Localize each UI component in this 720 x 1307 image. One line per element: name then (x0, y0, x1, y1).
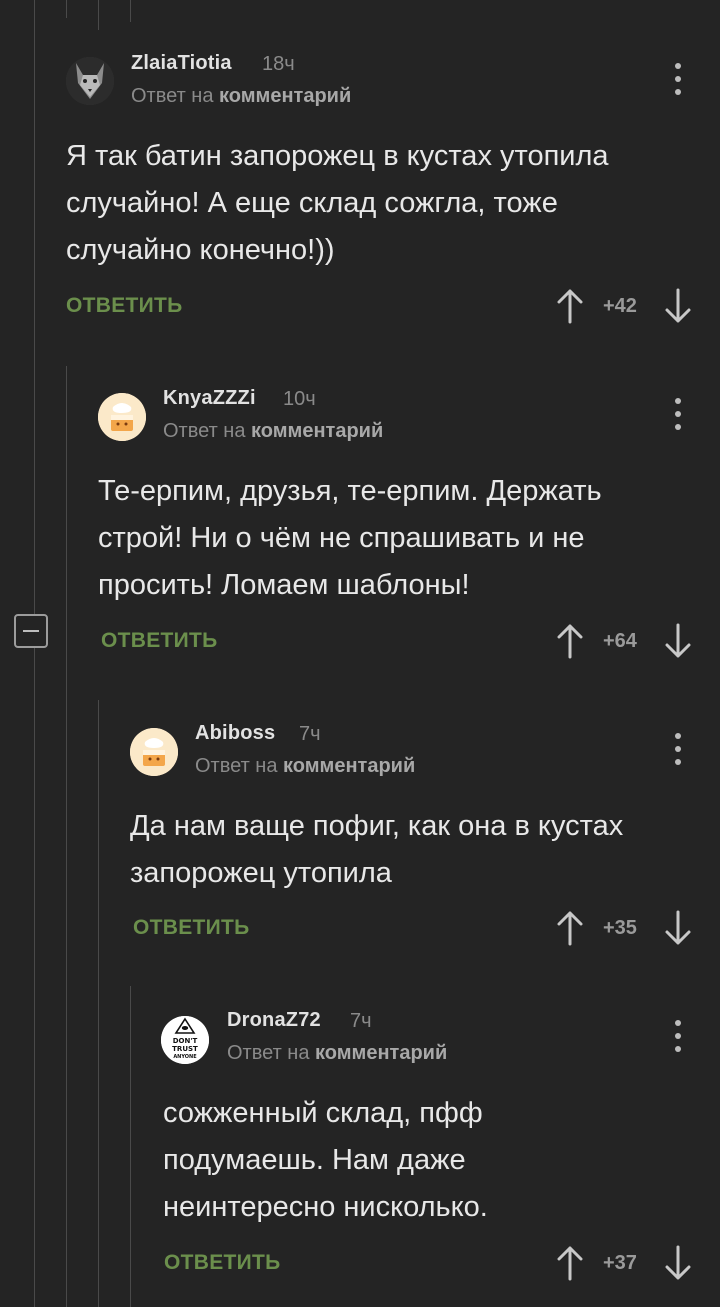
comment-author[interactable]: KnyaZZZi (163, 387, 256, 410)
comment-time: 7ч (350, 1010, 372, 1032)
downvote-arrow-icon[interactable] (664, 623, 692, 659)
dont-trust-anyone-avatar-icon: DON'T TRUST ANYONE (161, 1016, 209, 1064)
reply-to-prefix: Ответ на (163, 420, 246, 442)
comment-time: 7ч (299, 723, 321, 745)
reply-button[interactable]: ОТВЕТИТЬ (101, 629, 218, 653)
comment-author[interactable]: ZlaiaTiotia (131, 52, 232, 75)
downvote-arrow-icon[interactable] (664, 288, 692, 324)
thread-line (130, 986, 131, 1307)
comment-text: Те-ерпим, друзья, те-ерпим. Держать стро… (98, 475, 602, 601)
cake-avatar-icon (98, 393, 146, 441)
avatar[interactable] (66, 57, 114, 105)
reply-to-target: комментарий (315, 1042, 448, 1064)
more-options-icon[interactable] (668, 731, 688, 767)
thread-line (66, 366, 67, 1307)
reply-button[interactable]: ОТВЕТИТЬ (133, 916, 250, 940)
reply-to-target: комментарий (283, 755, 416, 777)
upvote-arrow-icon[interactable] (556, 910, 584, 946)
downvote-arrow-icon[interactable] (664, 910, 692, 946)
reply-to-prefix: Ответ на (131, 85, 214, 107)
wolf-avatar-icon (66, 57, 114, 105)
reply-to-prefix: Ответ на (227, 1042, 310, 1064)
comment-score: +64 (603, 630, 637, 652)
comment-author[interactable]: Abiboss (195, 722, 275, 745)
reply-to-link[interactable]: Ответ на комментарий (163, 420, 383, 443)
comment-text: Я так батин запорожец в кустах утопила с… (66, 140, 609, 266)
comment-author[interactable]: DronaZ72 (227, 1009, 321, 1032)
reply-to-link[interactable]: Ответ на комментарий (227, 1042, 447, 1065)
upvote-arrow-icon[interactable] (556, 623, 584, 659)
upvote-arrow-icon[interactable] (556, 288, 584, 324)
reply-to-prefix: Ответ на (195, 755, 278, 777)
comment-text: Да нам ваще пофиг, как она в кустах запо… (130, 810, 624, 889)
reply-to-link[interactable]: Ответ на комментарий (195, 755, 415, 778)
avatar[interactable] (98, 393, 146, 441)
reply-to-link[interactable]: Ответ на комментарий (131, 85, 351, 108)
thread-line (66, 0, 67, 18)
more-options-icon[interactable] (668, 396, 688, 432)
collapse-thread-button[interactable] (14, 614, 48, 648)
reply-button[interactable]: ОТВЕТИТЬ (164, 1251, 281, 1275)
more-options-icon[interactable] (668, 61, 688, 97)
downvote-arrow-icon[interactable] (664, 1245, 692, 1281)
comment-score: +35 (603, 917, 637, 939)
comment-text: сожженный склад, пфф подумаешь. Нам даже… (163, 1097, 488, 1223)
thread-line (130, 0, 131, 22)
cake-avatar-icon (130, 728, 178, 776)
comment-time: 18ч (262, 53, 295, 75)
comment-time: 10ч (283, 388, 316, 410)
thread-line (98, 700, 99, 1307)
thread-line (98, 0, 99, 30)
more-options-icon[interactable] (668, 1018, 688, 1054)
thread-line (34, 0, 35, 1307)
upvote-arrow-icon[interactable] (556, 1245, 584, 1281)
avatar[interactable]: DON'T TRUST ANYONE (161, 1016, 209, 1064)
reply-to-target: комментарий (251, 420, 384, 442)
comment-score: +42 (603, 295, 637, 317)
avatar-text: TRUST (172, 1045, 198, 1053)
avatar-text: ANYONE (173, 1054, 197, 1060)
reply-button[interactable]: ОТВЕТИТЬ (66, 294, 183, 318)
avatar-text: DON'T (173, 1037, 198, 1045)
reply-to-target: комментарий (219, 85, 352, 107)
comment-score: +37 (603, 1252, 637, 1274)
avatar[interactable] (130, 728, 178, 776)
